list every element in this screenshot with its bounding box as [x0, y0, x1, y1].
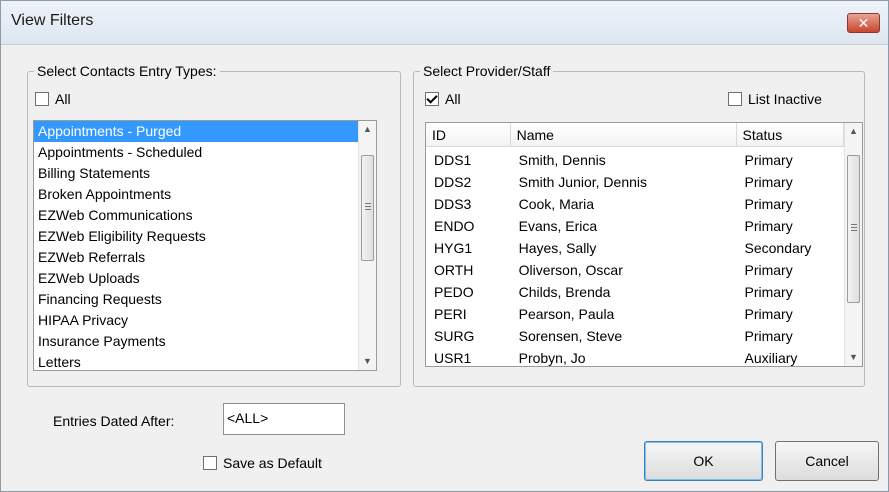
provider-id-cell: ORTH — [434, 262, 474, 278]
close-icon: ✕ — [857, 15, 870, 31]
provider-status-cell: Secondary — [744, 240, 812, 256]
provider-staff-list[interactable]: ID Name Status DDS1 Smith, Dennis Primary D… — [425, 122, 863, 367]
close-button[interactable]: ✕ — [847, 13, 880, 33]
provider-id-cell: DDS1 — [434, 152, 472, 168]
provider-staff-legend: Select Provider/Staff — [423, 63, 551, 79]
view-filters-dialog: View Filters ✕ Select Contacts Entry Typ… — [0, 0, 889, 492]
contacts-all-checkbox[interactable]: All — [35, 91, 71, 107]
checkbox-box[interactable] — [728, 92, 742, 106]
provider-id-cell: DDS2 — [434, 174, 472, 190]
provider-status-cell: Primary — [744, 306, 793, 322]
checkbox-box[interactable] — [203, 456, 217, 470]
scroll-down-icon[interactable]: ▼ — [359, 353, 376, 370]
providers-all-checkbox[interactable]: All — [425, 91, 461, 107]
list-item[interactable]: Insurance Payments — [34, 331, 358, 352]
list-item[interactable]: EZWeb Referrals — [34, 247, 358, 268]
provider-status-cell: Primary — [744, 284, 793, 300]
list-inactive-label: List Inactive — [748, 91, 822, 107]
checkbox-box[interactable] — [425, 92, 439, 106]
list-item[interactable]: Financing Requests — [34, 289, 358, 310]
list-item[interactable]: Broken Appointments — [34, 184, 358, 205]
column-header-id[interactable]: ID — [426, 123, 511, 147]
provider-name-cell: Sorensen, Steve — [518, 328, 623, 344]
column-header-name[interactable]: Name — [510, 123, 737, 147]
list-item[interactable]: HIPAA Privacy — [34, 310, 358, 331]
table-row[interactable]: PEDO Childs, Brenda Primary — [426, 281, 844, 303]
provider-id-cell: ENDO — [434, 218, 475, 234]
list-item[interactable]: Letters — [34, 352, 358, 370]
scroll-up-icon[interactable]: ▲ — [359, 121, 376, 138]
list-item[interactable]: EZWeb Uploads — [34, 268, 358, 289]
scroll-up-icon[interactable]: ▲ — [845, 123, 862, 140]
scroll-thumb[interactable] — [361, 155, 374, 261]
table-row[interactable]: PERI Pearson, Paula Primary — [426, 303, 844, 325]
contacts-entry-types-legend: Select Contacts Entry Types: — [37, 63, 217, 79]
contacts-list-scrollbar[interactable]: ▲ ▼ — [358, 121, 376, 370]
provider-name-cell: Cook, Maria — [518, 196, 595, 212]
provider-name-cell: Hayes, Sally — [518, 240, 597, 256]
provider-status-cell: Primary — [744, 218, 793, 234]
provider-id-cell: PEDO — [434, 284, 474, 300]
provider-name-cell: Smith Junior, Dennis — [518, 174, 648, 190]
provider-id-cell: DDS3 — [434, 196, 472, 212]
provider-name-cell: Evans, Erica — [518, 218, 598, 234]
table-row[interactable]: DDS2 Smith Junior, Dennis Primary — [426, 171, 844, 193]
entries-dated-after-input[interactable]: <ALL> — [223, 403, 345, 435]
provider-status-cell: Primary — [744, 196, 793, 212]
title-bar[interactable]: View Filters ✕ — [1, 1, 888, 45]
table-row[interactable]: SURG Sorensen, Steve Primary — [426, 325, 844, 347]
provider-id-cell: SURG — [434, 328, 475, 344]
table-row[interactable]: HYG1 Hayes, Sally Secondary — [426, 237, 844, 259]
window-title: View Filters — [11, 12, 94, 29]
scroll-thumb[interactable] — [847, 155, 860, 303]
table-row[interactable]: USR1 Probyn, Jo Auxiliary — [426, 347, 844, 366]
contacts-entry-types-list[interactable]: Appointments - Purged Appointments - Sche… — [33, 120, 377, 371]
cancel-button[interactable]: Cancel — [775, 441, 879, 481]
provider-name-cell: Smith, Dennis — [518, 152, 606, 168]
contacts-all-label: All — [55, 91, 71, 107]
ok-button[interactable]: OK — [644, 441, 763, 481]
table-row[interactable]: DDS1 Smith, Dennis Primary — [426, 149, 844, 171]
save-as-default-checkbox[interactable]: Save as Default — [203, 455, 322, 471]
providers-all-label: All — [445, 91, 461, 107]
list-item[interactable]: Billing Statements — [34, 163, 358, 184]
list-item[interactable]: EZWeb Eligibility Requests — [34, 226, 358, 247]
provider-list-scrollbar[interactable]: ▲ ▼ — [844, 123, 862, 366]
provider-status-cell: Primary — [744, 152, 793, 168]
scroll-down-icon[interactable]: ▼ — [845, 349, 862, 366]
provider-status-cell: Auxiliary — [744, 350, 798, 366]
provider-name-cell: Oliverson, Oscar — [518, 262, 623, 278]
provider-name-cell: Childs, Brenda — [518, 284, 611, 300]
list-item[interactable]: Appointments - Purged — [34, 121, 358, 142]
column-header-status[interactable]: Status — [736, 123, 844, 147]
provider-status-cell: Primary — [744, 262, 793, 278]
provider-name-cell: Pearson, Paula — [518, 306, 615, 322]
table-row[interactable]: DDS3 Cook, Maria Primary — [426, 193, 844, 215]
provider-id-cell: USR1 — [434, 350, 472, 366]
entries-dated-after-label: Entries Dated After: — [53, 413, 175, 429]
list-inactive-checkbox[interactable]: List Inactive — [728, 91, 822, 107]
list-item[interactable]: Appointments - Scheduled — [34, 142, 358, 163]
provider-id-cell: HYG1 — [434, 240, 473, 256]
list-item[interactable]: EZWeb Communications — [34, 205, 358, 226]
provider-status-cell: Primary — [744, 328, 793, 344]
table-row[interactable]: ORTH Oliverson, Oscar Primary — [426, 259, 844, 281]
provider-name-cell: Probyn, Jo — [518, 350, 586, 366]
checkbox-box[interactable] — [35, 92, 49, 106]
save-as-default-label: Save as Default — [223, 455, 322, 471]
provider-list-header: ID Name Status — [426, 123, 844, 147]
provider-status-cell: Primary — [744, 174, 793, 190]
provider-id-cell: PERI — [434, 306, 467, 322]
table-row[interactable]: ENDO Evans, Erica Primary — [426, 215, 844, 237]
